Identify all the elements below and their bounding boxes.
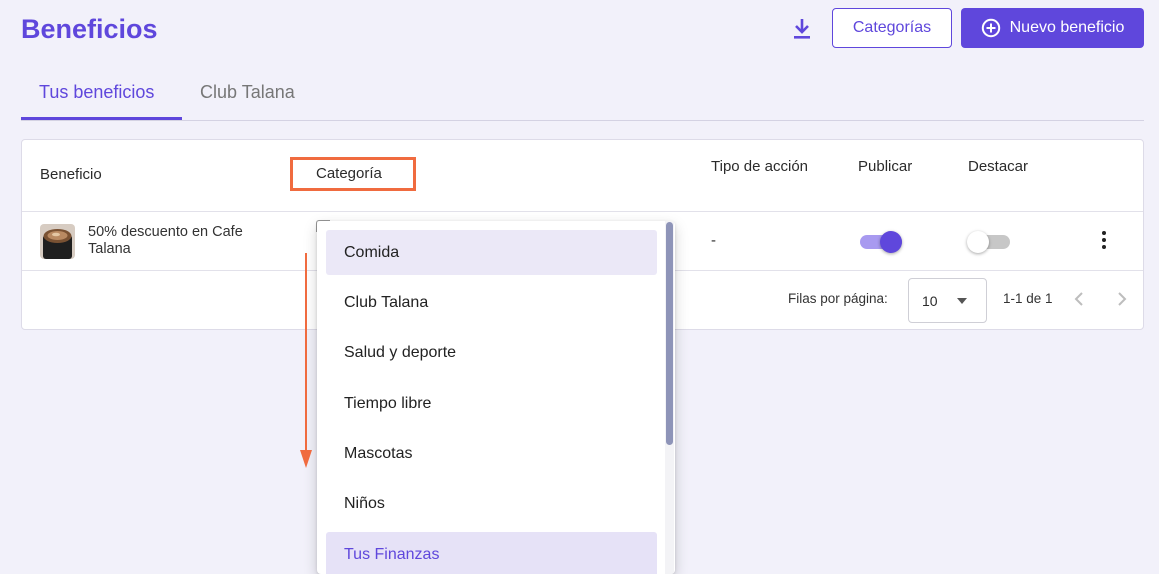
action-type-value: -	[711, 232, 716, 249]
more-vert-icon	[1102, 231, 1106, 235]
caret-down-icon	[957, 298, 967, 304]
dropdown-option-tus-finanzas[interactable]: Tus Finanzas	[326, 532, 657, 574]
plus-circle-icon	[981, 18, 1000, 38]
rows-per-page-select[interactable]: 10	[908, 278, 987, 323]
publish-toggle[interactable]	[860, 228, 904, 254]
column-header-publicar[interactable]: Publicar	[858, 158, 912, 175]
benefit-thumbnail	[40, 224, 75, 259]
publish-toggle-knob	[880, 231, 902, 253]
tab-tus-beneficios[interactable]: Tus beneficios	[39, 82, 154, 103]
annotation-highlight-box	[290, 157, 416, 191]
header-divider	[22, 211, 1143, 212]
new-benefit-label: Nuevo beneficio	[1009, 19, 1125, 36]
pagination-range: 1-1 de 1	[1003, 291, 1053, 306]
dropdown-option-ninos[interactable]: Niños	[326, 481, 657, 526]
dropdown-option-mascotas[interactable]: Mascotas	[326, 431, 657, 476]
feature-toggle[interactable]	[967, 228, 1012, 254]
download-button[interactable]	[788, 14, 816, 44]
download-icon	[794, 19, 810, 39]
rows-per-page-value: 10	[922, 293, 938, 309]
column-header-tipo-accion[interactable]: Tipo de acción	[711, 158, 808, 175]
rows-per-page-label: Filas por página:	[788, 291, 888, 306]
annotation-arrow-head	[300, 450, 312, 468]
dropdown-option-club-talana[interactable]: Club Talana	[326, 280, 657, 325]
row-more-options-button[interactable]	[1094, 228, 1114, 252]
chevron-left-icon	[1074, 292, 1083, 306]
chevron-right-icon	[1118, 292, 1127, 306]
column-header-beneficio[interactable]: Beneficio	[40, 166, 102, 183]
dropdown-option-salud-deporte[interactable]: Salud y deporte	[326, 330, 657, 375]
benefit-name: 50% descuento en Cafe Talana	[88, 224, 243, 257]
feature-toggle-knob	[967, 231, 989, 253]
previous-page-button[interactable]	[1070, 288, 1090, 310]
dropdown-option-tiempo-libre[interactable]: Tiempo libre	[326, 381, 657, 426]
categories-button[interactable]: Categorías	[832, 8, 952, 48]
tab-club-talana[interactable]: Club Talana	[200, 82, 295, 103]
page-title: Beneficios	[21, 14, 158, 44]
tab-bar: Tus beneficios Club Talana	[21, 78, 1144, 121]
active-tab-indicator	[21, 117, 182, 120]
next-page-button[interactable]	[1111, 288, 1131, 310]
new-benefit-button[interactable]: Nuevo beneficio	[961, 8, 1144, 48]
category-dropdown-menu: Comida Club Talana Salud y deporte Tiemp…	[317, 221, 675, 574]
annotation-arrow-line	[305, 253, 307, 458]
dropdown-option-comida[interactable]: Comida	[326, 230, 657, 275]
dropdown-scrollbar-thumb[interactable]	[666, 222, 673, 445]
column-header-destacar[interactable]: Destacar	[968, 158, 1028, 175]
